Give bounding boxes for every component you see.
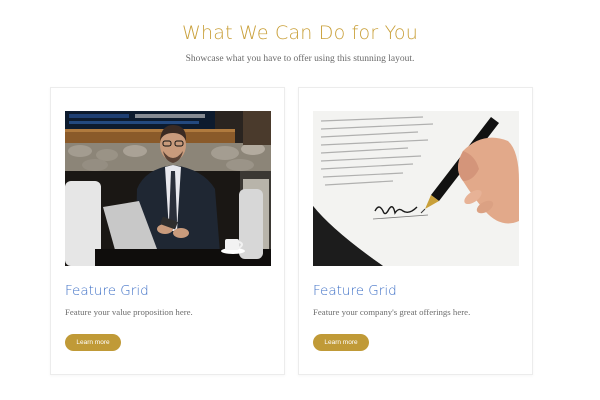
- card-image-businessman: [65, 111, 271, 266]
- card-title: Feature Grid: [65, 283, 149, 299]
- card-image-signing: [313, 111, 519, 266]
- feature-card: Feature Grid Feature your value proposit…: [50, 87, 285, 375]
- section-title: What We Can Do for You: [182, 22, 418, 44]
- card-text: Feature your value proposition here.: [65, 307, 193, 317]
- learn-more-button[interactable]: Learn more: [313, 334, 369, 351]
- card-text: Feature your company's great offerings h…: [313, 307, 471, 317]
- card-title: Feature Grid: [313, 283, 397, 299]
- learn-more-button[interactable]: Learn more: [65, 334, 121, 351]
- feature-card: Feature Grid Feature your company's grea…: [298, 87, 533, 375]
- section-subtitle: Showcase what you have to offer using th…: [185, 54, 415, 64]
